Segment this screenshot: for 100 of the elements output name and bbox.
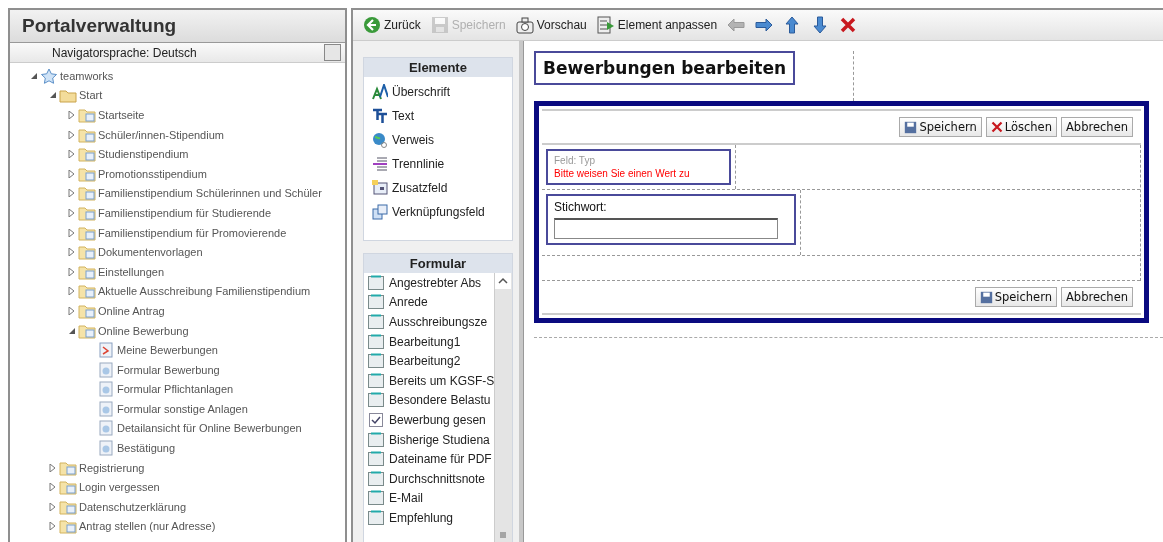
expand-arrow-icon[interactable] [68, 150, 76, 159]
toolbar-icon-button[interactable] [811, 16, 830, 34]
tree-item[interactable]: teamworks [60, 69, 114, 82]
element-item[interactable]: Verknüpfungsfeld [392, 205, 485, 219]
text-field-icon [368, 274, 384, 291]
form-button[interactable]: Speichern [974, 287, 1057, 307]
element-item[interactable]: Trennlinie [392, 157, 445, 171]
expand-arrow-icon[interactable] [68, 111, 76, 119]
form-button[interactable]: Abbrechen [1061, 117, 1133, 137]
collapse-arrow-icon[interactable] [49, 91, 57, 100]
form-field-item[interactable]: Bearbeitung2 [389, 354, 461, 369]
form-field-item[interactable]: Durchschnittsnote [389, 471, 486, 486]
form-field-item[interactable]: Empfehlung [389, 510, 454, 525]
close-icon [839, 16, 858, 34]
expand-arrow-icon[interactable] [68, 287, 76, 296]
expand-arrow-icon[interactable] [68, 248, 76, 257]
form-field-item[interactable]: E-Mail [389, 491, 423, 506]
tree-item[interactable]: Schüler/innen-Stipendium [98, 128, 224, 141]
expand-arrow-icon[interactable] [49, 522, 57, 531]
tree-item[interactable]: Formular sonstige Anlagen [117, 402, 248, 415]
form-field-item[interactable]: Angestrebter Abs [389, 275, 482, 290]
selected-form-frame[interactable]: Speichern Löschen Abbrechen Feld: Typ Bitte weisen Sie einen Wert zu Stichwort: Speichern Abbrechen [534, 101, 1149, 323]
toolbar-button[interactable]: Vorschau [515, 16, 587, 34]
form-icon [97, 400, 115, 417]
expand-arrow-icon[interactable] [68, 169, 76, 178]
tree-item[interactable]: Familienstipendium für Studierende [98, 206, 272, 219]
tree-item[interactable]: Antrag stellen (nur Adresse) [79, 520, 216, 533]
form-field-item[interactable]: Dateiname für PDF [389, 452, 492, 467]
element-item[interactable]: Zusatzfeld [392, 181, 448, 195]
text-field-icon [368, 431, 384, 448]
expand-arrow-icon[interactable] [49, 502, 57, 511]
form-heading[interactable]: Bewerbungen bearbeiten [534, 51, 796, 85]
tree-item[interactable]: Familienstipendium für Promovierende [98, 226, 287, 239]
form-field-item[interactable]: Bewerbung gesen [389, 412, 486, 427]
folder-page-icon [78, 263, 96, 280]
form-field-item[interactable]: Ausschreibungsze [389, 315, 488, 329]
tree-item[interactable]: Formular Pflichtanlagen [117, 383, 234, 396]
toolbar-icon-button[interactable] [783, 16, 802, 34]
tree-item[interactable]: Registrierung [79, 461, 145, 474]
expand-arrow-icon[interactable] [68, 306, 76, 315]
tree-item[interactable]: Aktuelle Ausschreibung Familienstipendium [98, 285, 311, 298]
tree-item[interactable]: Studienstipendium [98, 148, 189, 161]
globe-icon [372, 132, 388, 148]
tree-item[interactable]: Familienstipendium Schülerinnen und Schüler [98, 187, 322, 200]
star-icon [40, 67, 58, 84]
heading-icon [372, 84, 388, 100]
form-field-item[interactable]: Besondere Belastu [389, 393, 491, 408]
toolbar-icon-button[interactable] [839, 16, 858, 34]
form-field-item[interactable]: Bereits um KGSF-S [389, 373, 494, 388]
folder-page-icon [78, 283, 96, 300]
expand-arrow-icon[interactable] [49, 483, 57, 492]
form-icon [97, 361, 115, 378]
checkbox[interactable] [324, 44, 341, 61]
tree-item[interactable]: Bestätigung [117, 442, 176, 455]
tree-item[interactable]: Online Bewerbung [98, 324, 189, 337]
folder-page-icon [78, 107, 96, 123]
tree-item[interactable]: Einstellungen [98, 265, 165, 278]
expand-arrow-icon[interactable] [68, 267, 76, 276]
element-item[interactable]: Text [392, 109, 414, 123]
expand-arrow-icon[interactable] [68, 228, 76, 237]
expand-arrow-icon[interactable] [68, 208, 76, 217]
folder-page-icon [78, 204, 96, 221]
toolbar-button[interactable]: Element anpassen [596, 16, 718, 34]
collapse-arrow-icon[interactable] [30, 71, 38, 80]
scrollbar[interactable] [494, 273, 512, 542]
tree-item[interactable]: Start [79, 89, 103, 102]
expand-arrow-icon[interactable] [68, 189, 76, 198]
expand-arrow-icon[interactable] [49, 463, 57, 472]
tree-item[interactable]: Startseite [98, 109, 145, 121]
folder-page-icon [78, 146, 96, 163]
panel-header: Elemente [364, 58, 512, 77]
form-button[interactable]: Löschen [985, 117, 1057, 137]
tree-item[interactable]: Dokumentenvorlagen [98, 246, 203, 259]
tree-item[interactable]: Promotionsstipendium [98, 167, 207, 180]
tree-item[interactable]: Online Antrag [98, 304, 165, 317]
form-button[interactable]: Abbrechen [1061, 287, 1133, 307]
tree-item[interactable]: Login vergessen [79, 481, 160, 494]
form-field-item[interactable]: Bearbeitung1 [389, 334, 461, 349]
element-item[interactable]: Verweis [392, 133, 435, 147]
tree-item[interactable]: Detailansicht für Online Bewerbungen [117, 422, 302, 435]
toolbar-icon-button[interactable] [755, 16, 774, 34]
form-field-item[interactable]: Anrede [389, 295, 428, 310]
down-arrow-icon [811, 16, 830, 34]
keyword-input[interactable] [554, 218, 778, 239]
field-placeholder[interactable]: Feld: Typ Bitte weisen Sie einen Wert zu [546, 149, 731, 185]
field-label: Stichwort: [554, 200, 608, 214]
toolbar-button[interactable]: Zurück [363, 16, 421, 34]
folder-page-icon [78, 126, 96, 143]
form-field-item[interactable]: Bisherige Studiena [389, 432, 490, 447]
left-arrow-icon [727, 16, 746, 34]
document-icon [97, 342, 115, 359]
expand-arrow-icon[interactable] [68, 130, 76, 139]
collapse-arrow-icon[interactable] [68, 326, 76, 335]
tree-item[interactable]: Meine Bewerbungen [117, 344, 218, 357]
tree-item[interactable]: Formular Bewerbung [117, 363, 220, 376]
tree-item[interactable]: Datenschutzerklärung [79, 500, 186, 513]
element-item[interactable]: Überschrift [392, 85, 450, 99]
scroll-up-icon[interactable] [495, 273, 511, 289]
text-field-icon [368, 353, 384, 370]
form-button[interactable]: Speichern [899, 117, 982, 137]
